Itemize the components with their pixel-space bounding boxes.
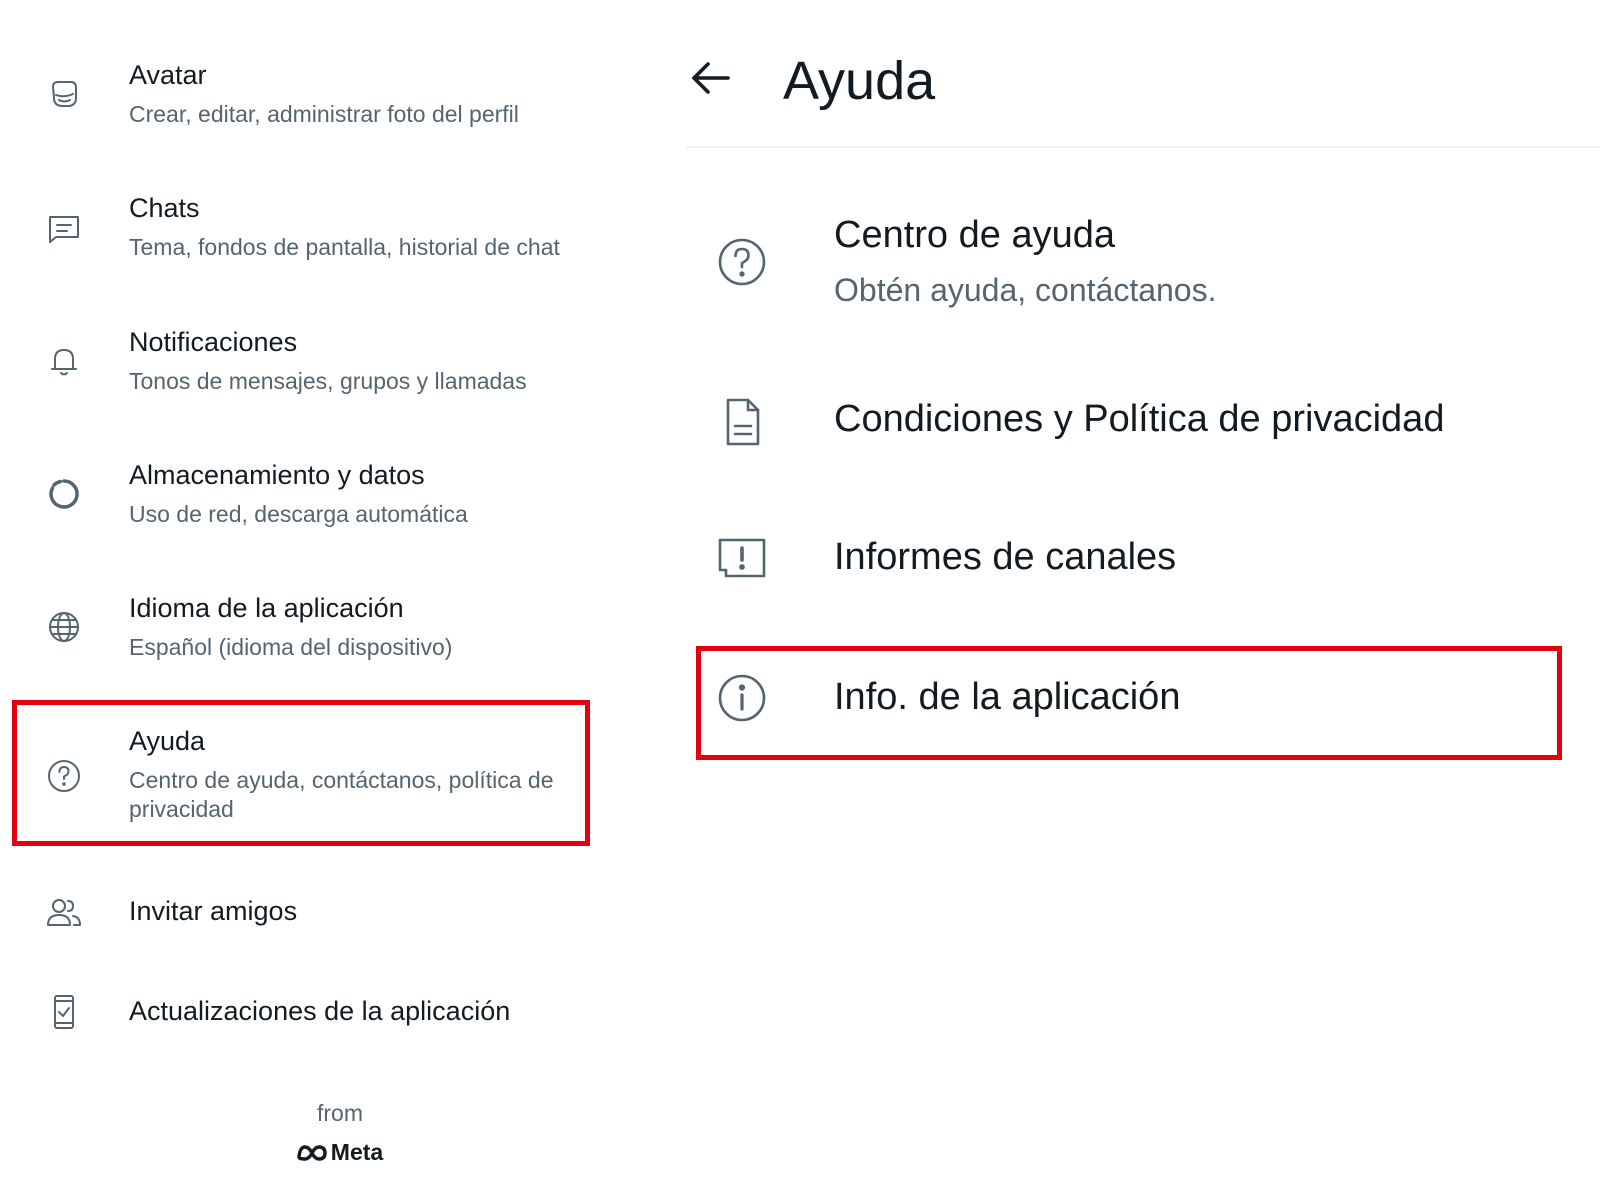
settings-item-subtitle: Uso de red, descarga automática bbox=[129, 501, 468, 527]
bell-icon bbox=[44, 341, 84, 381]
info-icon bbox=[716, 672, 768, 724]
settings-item-notifications[interactable]: Notificaciones Tonos de mensajes, grupos… bbox=[0, 327, 620, 427]
settings-item-title: Idioma de la aplicación bbox=[129, 593, 404, 623]
settings-item-title: Ayuda bbox=[129, 726, 206, 756]
settings-item-subtitle: Tema, fondos de pantalla, historial de c… bbox=[129, 234, 560, 260]
meta-logo-icon bbox=[297, 1144, 327, 1161]
help-item-title: Centro de ayuda bbox=[834, 214, 1115, 256]
help-item-title: Info. de la aplicación bbox=[834, 676, 1181, 718]
help-item-subtitle: Obtén ayuda, contáctanos. bbox=[834, 272, 1217, 308]
settings-item-title: Actualizaciones de la aplicación bbox=[129, 996, 511, 1026]
from-meta-footer: from Meta bbox=[220, 1100, 460, 1168]
settings-item-subtitle: Crear, editar, administrar foto del perf… bbox=[129, 101, 519, 127]
help-item-title: Condiciones y Política de privacidad bbox=[834, 398, 1445, 440]
settings-item-language[interactable]: Idioma de la aplicación Español (idioma … bbox=[0, 593, 620, 693]
help-screen: Ayuda Centro de ayuda Obtén ayuda, contá… bbox=[686, 0, 1600, 1200]
app-updates-icon bbox=[44, 992, 84, 1032]
document-icon bbox=[716, 396, 768, 448]
settings-item-subtitle: Centro de ayuda, contáctanos, política d… bbox=[129, 767, 554, 822]
from-label: from bbox=[317, 1100, 363, 1126]
question-circle-icon bbox=[716, 236, 768, 288]
settings-item-title: Avatar bbox=[129, 60, 207, 90]
help-icon bbox=[44, 756, 84, 796]
help-item-app-info[interactable]: Info. de la aplicación bbox=[686, 668, 1556, 728]
storage-icon bbox=[44, 474, 84, 514]
settings-item-chats[interactable]: Chats Tema, fondos de pantalla, historia… bbox=[0, 193, 620, 293]
report-icon bbox=[716, 532, 768, 584]
chat-icon bbox=[44, 207, 84, 247]
help-item-channel-reports[interactable]: Informes de canales bbox=[686, 528, 1556, 588]
globe-icon bbox=[44, 607, 84, 647]
invite-friends-icon bbox=[44, 892, 84, 932]
settings-item-avatar[interactable]: Avatar Crear, editar, administrar foto d… bbox=[0, 60, 620, 160]
page-title: Ayuda bbox=[783, 51, 936, 111]
settings-item-help[interactable]: Ayuda Centro de ayuda, contáctanos, polí… bbox=[0, 726, 620, 846]
settings-item-invite-friends[interactable]: Invitar amigos bbox=[0, 886, 620, 946]
settings-item-title: Almacenamiento y datos bbox=[129, 460, 425, 490]
settings-item-subtitle: Español (idioma del dispositivo) bbox=[129, 634, 453, 660]
settings-item-storage[interactable]: Almacenamiento y datos Uso de red, desca… bbox=[0, 460, 620, 560]
help-item-terms-privacy[interactable]: Condiciones y Política de privacidad bbox=[686, 390, 1556, 450]
settings-panel: Avatar Crear, editar, administrar foto d… bbox=[0, 0, 640, 1200]
help-item-title: Informes de canales bbox=[834, 536, 1177, 578]
settings-item-title: Chats bbox=[129, 193, 200, 223]
settings-item-title: Invitar amigos bbox=[129, 896, 298, 926]
back-button[interactable] bbox=[686, 54, 734, 102]
help-item-help-center[interactable]: Centro de ayuda Obtén ayuda, contáctanos… bbox=[686, 210, 1556, 320]
meta-label: Meta bbox=[330, 1139, 384, 1165]
arrow-left-icon bbox=[692, 62, 730, 94]
avatar-icon bbox=[44, 74, 84, 114]
meta-brand: Meta bbox=[297, 1139, 383, 1166]
settings-item-app-updates[interactable]: Actualizaciones de la aplicación bbox=[0, 986, 620, 1046]
settings-item-subtitle: Tonos de mensajes, grupos y llamadas bbox=[129, 368, 527, 394]
settings-item-title: Notificaciones bbox=[129, 327, 298, 357]
help-header: Ayuda bbox=[686, 0, 1600, 148]
